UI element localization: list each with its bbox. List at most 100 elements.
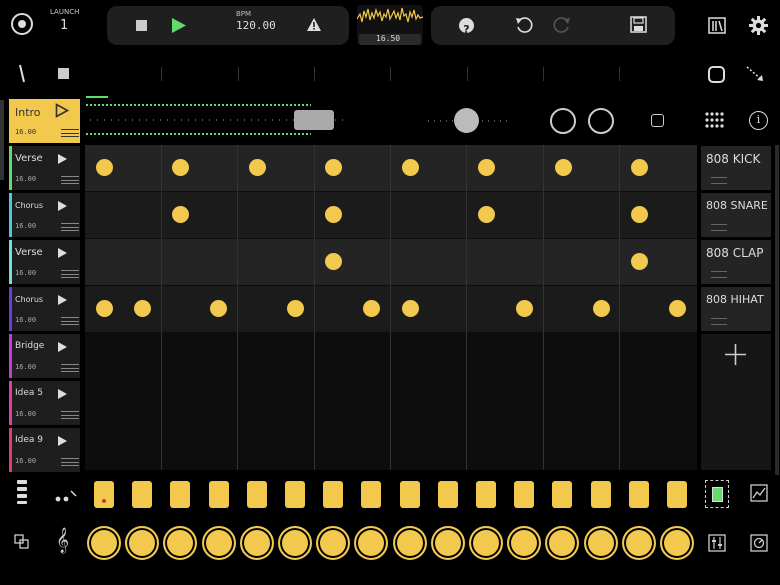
expand-icon[interactable] (745, 65, 765, 83)
info-icon[interactable]: i (749, 111, 768, 130)
step-dot-kick[interactable] (95, 159, 113, 176)
mixer-icon[interactable] (708, 534, 726, 552)
step-knob[interactable] (316, 526, 351, 560)
square-mode-button[interactable] (651, 114, 664, 127)
grip-icon[interactable] (61, 129, 79, 137)
section-chorus[interactable]: Chorus 16.00 (9, 193, 80, 237)
grip-icon[interactable] (61, 458, 79, 466)
pad-b-button[interactable] (588, 108, 614, 134)
section-idea-5[interactable]: Idea 5 16.00 (9, 381, 80, 425)
grip-icon[interactable] (61, 223, 79, 231)
step-knob[interactable] (201, 526, 236, 560)
section-idea-9[interactable]: Idea 9 16.00 (9, 428, 80, 472)
step-knob[interactable] (125, 526, 160, 560)
play-icon[interactable] (58, 389, 67, 399)
undo-icon[interactable] (515, 16, 533, 34)
record-button[interactable] (11, 13, 33, 35)
step-dot-hihat[interactable] (133, 300, 151, 317)
bpm-value[interactable]: 120.00 (236, 19, 276, 32)
pad-a-button[interactable] (550, 108, 576, 134)
play-outline-icon[interactable] (55, 103, 69, 118)
grip-icon[interactable] (711, 318, 727, 325)
play-icon[interactable] (58, 248, 67, 258)
step-knob[interactable] (545, 526, 580, 560)
step-dot-snare[interactable] (478, 206, 496, 223)
step-button[interactable] (590, 481, 611, 508)
play-icon[interactable] (58, 436, 67, 446)
step-knob[interactable] (392, 526, 427, 560)
treble-clef-icon[interactable]: 𝄞 (56, 528, 69, 553)
pencil-icon[interactable] (17, 64, 27, 84)
step-grid[interactable] (85, 145, 697, 470)
step-knob[interactable] (583, 526, 618, 560)
step-dot-kick[interactable] (401, 159, 419, 176)
grip-icon[interactable] (61, 176, 79, 184)
grip-icon[interactable] (61, 270, 79, 278)
step-knob[interactable] (239, 526, 274, 560)
step-button[interactable] (437, 481, 458, 508)
grip-icon[interactable] (711, 271, 727, 278)
step-button[interactable] (476, 481, 496, 508)
grid-scrollbar[interactable] (775, 145, 779, 475)
step-button[interactable] (399, 481, 420, 508)
step-button[interactable] (132, 481, 153, 508)
help-icon[interactable]: ? (459, 18, 474, 36)
step-dot-kick[interactable] (325, 159, 343, 176)
section-verse[interactable]: Verse 16.00 (9, 146, 80, 190)
step-dot-hihat[interactable] (286, 300, 304, 317)
step-dot-kick[interactable] (554, 159, 572, 176)
instrument-808-kick[interactable]: 808 KICK (701, 146, 771, 190)
step-knob[interactable] (660, 526, 694, 560)
track-row-clap[interactable] (85, 239, 697, 285)
warning-icon[interactable] (306, 17, 322, 32)
step-dot-kick[interactable] (631, 159, 649, 176)
launch-value[interactable]: 1 (60, 18, 68, 33)
loop-toggle[interactable] (708, 66, 725, 83)
focus-step-button[interactable] (705, 480, 729, 508)
notes-icon[interactable] (55, 490, 77, 502)
step-dot-clap[interactable] (631, 253, 649, 270)
position-slider-thumb[interactable] (294, 110, 334, 130)
step-dot-hihat[interactable] (401, 300, 419, 317)
gear-icon[interactable] (749, 16, 768, 35)
sections-scrollbar[interactable] (0, 100, 4, 180)
step-dot-hihat[interactable] (592, 300, 610, 317)
grip-icon[interactable] (61, 317, 79, 325)
step-button[interactable] (552, 481, 573, 508)
step-button[interactable] (323, 481, 344, 508)
instrument-808-hihat[interactable]: 808 HIHAT (701, 287, 771, 331)
step-knob[interactable] (163, 526, 198, 560)
grid-dots-icon[interactable] (705, 112, 725, 128)
section-intro[interactable]: Intro 16.00 (9, 99, 80, 143)
section-verse-2[interactable]: Verse 16.00 (9, 240, 80, 284)
instrument-808-clap[interactable]: 808 CLAP (701, 240, 771, 284)
step-knob[interactable] (621, 526, 656, 560)
step-button[interactable] (208, 481, 229, 508)
step-button[interactable] (94, 481, 114, 508)
stop-button[interactable] (136, 20, 147, 31)
grip-icon[interactable] (61, 411, 79, 419)
step-button[interactable] (514, 481, 535, 508)
step-dot-snare[interactable] (631, 206, 649, 223)
play-icon[interactable] (58, 201, 67, 211)
step-dot-kick[interactable] (248, 159, 266, 176)
chart-icon[interactable] (750, 484, 768, 502)
grip-icon[interactable] (711, 177, 727, 184)
play-icon[interactable] (58, 342, 67, 352)
stop-mode-button[interactable] (58, 68, 69, 79)
step-button[interactable] (667, 481, 687, 508)
step-dot-snare[interactable] (325, 206, 343, 223)
play-icon[interactable] (58, 295, 67, 305)
step-knob[interactable] (278, 526, 312, 560)
section-bridge[interactable]: Bridge 16.00 (9, 334, 80, 378)
play-icon[interactable] (58, 154, 67, 164)
step-dot-kick[interactable] (172, 159, 190, 176)
play-icon[interactable] (171, 17, 187, 34)
step-knob[interactable] (87, 526, 121, 560)
grip-icon[interactable] (61, 364, 79, 372)
step-knob[interactable] (507, 526, 542, 560)
step-button[interactable] (285, 481, 305, 508)
step-button[interactable] (170, 481, 191, 508)
fader-knob[interactable] (454, 108, 479, 133)
plus-icon[interactable] (725, 344, 746, 365)
